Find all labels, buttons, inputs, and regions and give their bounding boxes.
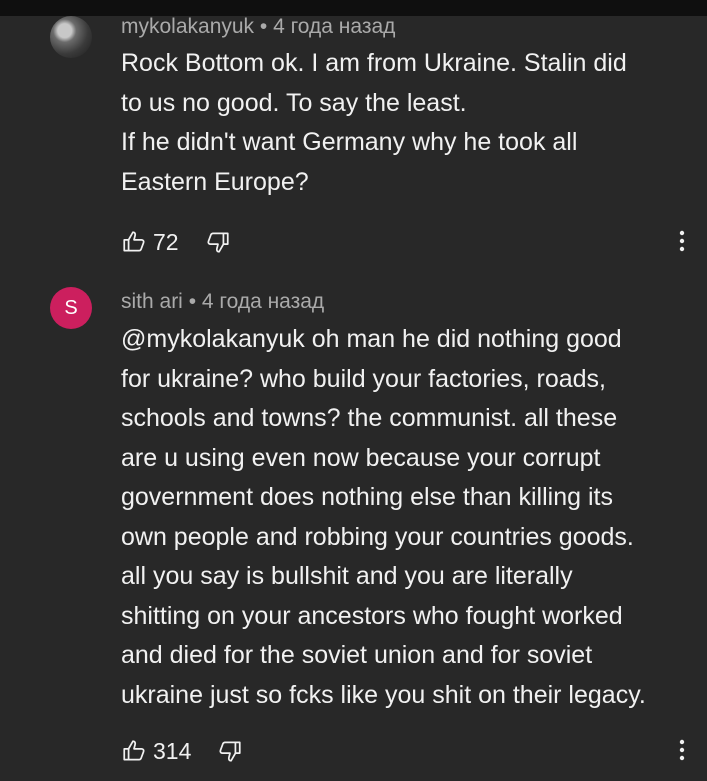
comment-line: Rock Bottom ok. I am from Ukraine. Stali… [121,49,627,77]
author-name[interactable]: mykolakanyuk [121,15,254,38]
thumbs-down-icon[interactable] [217,738,243,764]
comment-line: for ukraine? who build your factories, r… [121,364,606,393]
comment-meta: mykolakanyuk • 4 года назад [121,15,395,39]
avatar[interactable] [50,16,92,58]
comment-line: schools and towns? the communist. all th… [121,404,618,432]
comment-line: Eastern Europe? [121,167,309,196]
avatar-letter: S [64,297,78,319]
like-count: 314 [153,737,192,764]
thumbs-up-icon[interactable] [121,229,147,255]
comments-page: mykolakanyuk • 4 года назад Rock Bottom … [0,0,707,781]
comment-line: and died for the soviet union and for so… [121,641,593,669]
comment-line: ukraine just so fcks like you shit on th… [121,680,646,709]
comment-text: Rock Bottom ok. I am from Ukraine. Stali… [121,44,691,202]
comment-text: @mykolakanyuk oh man he did nothing good… [121,320,691,715]
thumbs-up-icon[interactable] [121,738,147,764]
comment-meta: sith ari • 4 года назад [121,290,324,314]
comment-line: own people and robbing your countries go… [121,522,634,551]
like-count: 72 [153,228,179,255]
avatar[interactable]: S [50,287,92,329]
comment-line: @mykolakanyuk oh man he did nothing good [121,325,622,353]
thumbs-down-icon[interactable] [205,229,231,255]
comment-line: government does nothing else than killin… [121,483,613,511]
comment-actions: 314 [121,736,243,766]
top-bar [0,0,707,16]
comment-line: all you say is bullshit and you are lite… [121,562,573,590]
comment-time[interactable]: • 4 года назад [189,290,325,313]
comment-line: are u using even now because your corrup… [121,443,601,472]
comment-time[interactable]: • 4 года назад [260,15,396,38]
comment-line: shitting on your ancestors who fought wo… [121,601,623,630]
more-vert-icon[interactable] [672,226,692,256]
author-name[interactable]: sith ari [121,290,183,313]
comment-line: If he didn't want Germany why he took al… [121,128,578,156]
more-vert-icon[interactable] [672,735,692,765]
comment-line: to us no good. To say the least. [121,88,467,117]
comment-actions: 72 [121,227,231,257]
